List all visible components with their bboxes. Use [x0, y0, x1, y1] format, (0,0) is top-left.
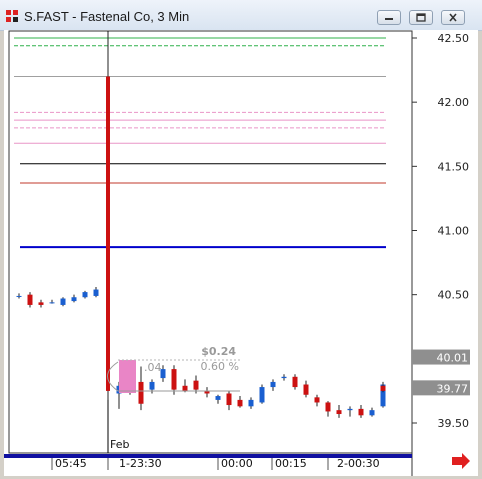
scroll-right-button[interactable] — [452, 453, 470, 469]
app-icon — [6, 10, 18, 22]
measure-percent: 0.60 % — [201, 360, 239, 373]
chart-window: S.FAST - Fastenal Co, 3 Min $0.24 0.60 %… — [0, 0, 482, 479]
candle-body — [226, 393, 232, 406]
candle — [106, 31, 110, 400]
candle-body — [358, 408, 364, 416]
candle-body — [292, 376, 298, 388]
price-label: 40.50 — [438, 289, 470, 302]
candle-body — [27, 294, 33, 305]
price-label: 39.50 — [438, 417, 470, 430]
plot-frame — [8, 30, 413, 454]
chart-area[interactable]: $0.24 0.60 % .04 42.50 42.00 41.50 41.00 40.… — [4, 30, 478, 476]
time-label: 2-00:30 — [337, 457, 380, 470]
candle-body — [281, 376, 287, 379]
measure-change: $0.24 — [201, 345, 236, 358]
candle-body — [237, 399, 243, 407]
candle-body — [248, 399, 254, 407]
candle-body — [71, 297, 77, 302]
candle-body — [149, 381, 155, 390]
close-icon — [449, 13, 457, 22]
candle-body — [259, 387, 265, 403]
red-arrow-icon — [452, 453, 470, 469]
candle-body — [325, 402, 331, 412]
candle-body — [270, 381, 276, 388]
time-label: 00:00 — [221, 457, 253, 470]
candle-body — [380, 385, 386, 391]
candle-body — [215, 396, 221, 400]
candle-body — [182, 385, 188, 391]
window-title: S.FAST - Fastenal Co, 3 Min — [24, 9, 190, 24]
candle-body — [106, 76, 110, 391]
time-axis[interactable]: 05:45 1-23:30 00:00 00:15 2-00:30 — [51, 457, 380, 470]
price-marker-label: 39.77 — [437, 382, 469, 395]
candle-body — [60, 298, 66, 305]
price-label: 42.00 — [438, 96, 470, 109]
price-label: 41.00 — [438, 225, 470, 238]
measure-partial: .04 — [144, 361, 162, 374]
candle — [60, 297, 66, 307]
candle-body — [49, 302, 55, 304]
candle — [259, 384, 265, 404]
time-label: 1-23:30 — [119, 457, 162, 470]
candle-body — [347, 408, 353, 411]
candle-body — [171, 369, 177, 390]
measure-highlight — [119, 360, 136, 393]
maximize-button[interactable] — [409, 10, 433, 25]
price-markers: 40.01 39.77 — [412, 349, 470, 396]
title-bar[interactable]: S.FAST - Fastenal Co, 3 Min — [0, 0, 482, 31]
price-axis[interactable]: 42.50 42.00 41.50 41.00 40.50 39.50 — [412, 32, 469, 430]
candle-body — [303, 384, 309, 395]
candle-body — [93, 289, 99, 296]
price-chart[interactable]: $0.24 0.60 % .04 42.50 42.00 41.50 41.00 40.… — [4, 30, 478, 476]
price-label: 42.50 — [438, 32, 470, 45]
candle-body — [16, 295, 22, 297]
date-label: Feb — [110, 438, 129, 451]
close-button[interactable] — [441, 10, 465, 25]
price-marker-label: 40.01 — [437, 352, 469, 365]
minimize-icon — [385, 18, 393, 20]
candle-body — [336, 410, 342, 415]
candle-body — [82, 292, 88, 298]
time-label: 05:45 — [55, 457, 87, 470]
candle-body — [38, 302, 44, 305]
price-label: 41.50 — [438, 160, 470, 173]
candle-body — [369, 410, 375, 416]
minimize-button[interactable] — [377, 10, 401, 25]
candle-body — [138, 381, 144, 404]
candle-body — [193, 380, 199, 390]
time-label: 00:15 — [275, 457, 307, 470]
candle-body — [314, 397, 320, 403]
maximize-icon — [416, 13, 426, 22]
